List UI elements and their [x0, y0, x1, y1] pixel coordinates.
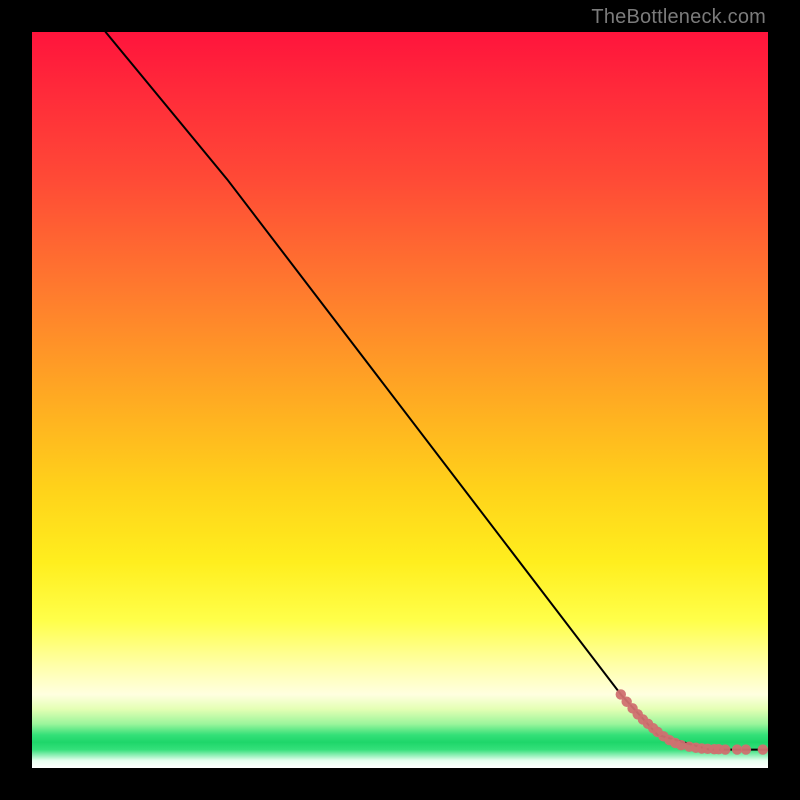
chart-svg: [32, 32, 768, 768]
tail-points: [616, 689, 768, 755]
curve-line: [106, 32, 768, 750]
chart-stage: TheBottleneck.com: [0, 0, 800, 800]
plot-area: [32, 32, 768, 768]
watermark-text: TheBottleneck.com: [591, 6, 766, 29]
